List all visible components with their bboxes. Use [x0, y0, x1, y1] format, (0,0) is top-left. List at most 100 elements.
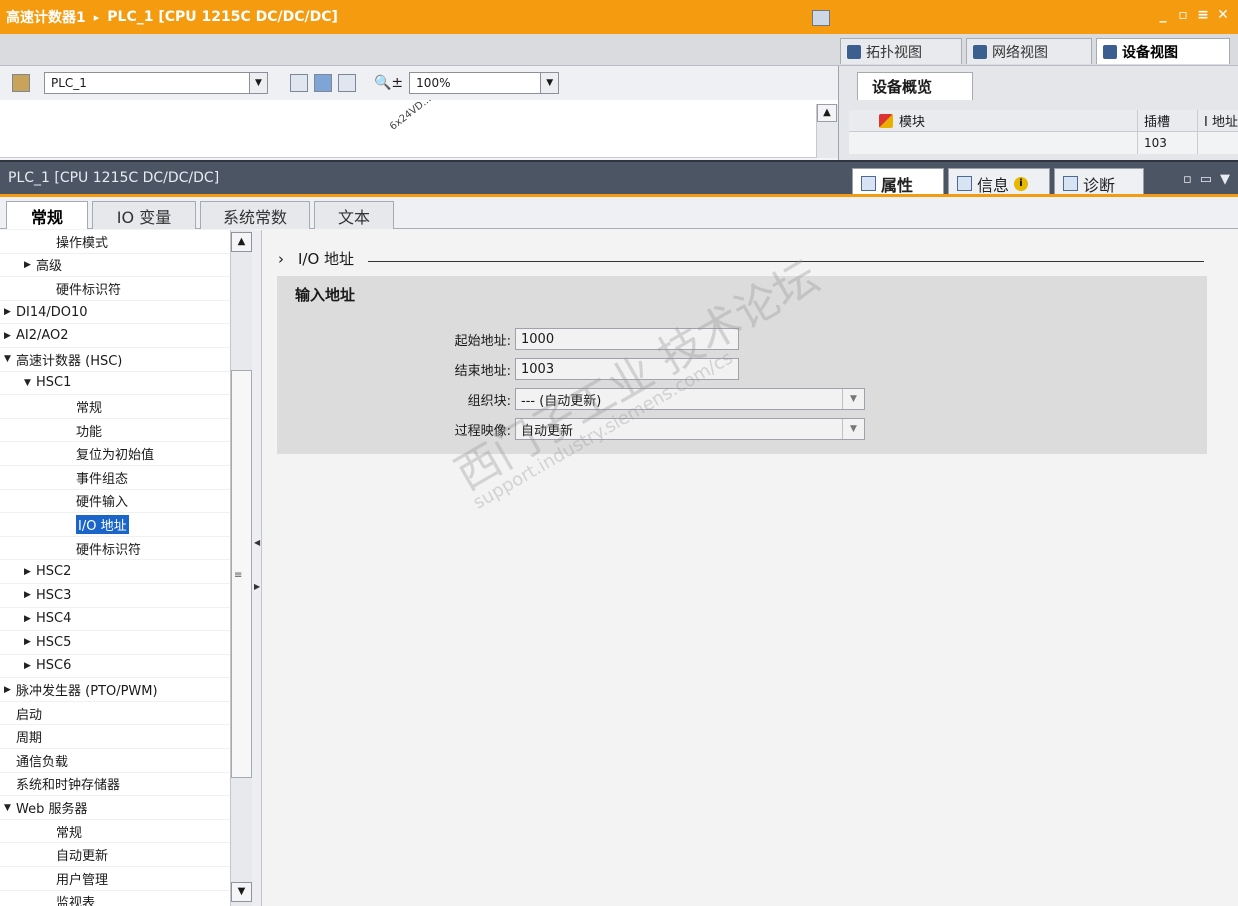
overview-table: 模块 插槽 I 地址 103 — [849, 110, 1238, 154]
breadcrumb-separator: ▸ — [93, 10, 100, 24]
organization-block-dropdown[interactable]: --- (自动更新) ▼ — [515, 388, 865, 410]
tree-item[interactable]: ▶ 脉冲发生器 (PTO/PWM) — [0, 678, 230, 702]
tree-item[interactable]: 常规 — [0, 820, 230, 844]
tree-item[interactable]: 启动 — [0, 702, 230, 726]
tree-item-label: HSC4 — [36, 611, 72, 627]
tree-item[interactable]: 功能 — [0, 419, 230, 443]
collapse-icon[interactable]: ▼ — [4, 354, 16, 364]
tree-item[interactable]: ▶ HSC3 — [0, 584, 230, 608]
expand-icon[interactable]: ▶ — [24, 637, 36, 647]
tree-item[interactable]: 通信负载 — [0, 749, 230, 773]
tree-item[interactable]: ▼ HSC1 — [0, 372, 230, 396]
tab-topology-view[interactable]: 拓扑视图 — [840, 38, 962, 64]
tree-item-label: HSC6 — [36, 658, 72, 674]
tab-device-view[interactable]: 设备视图 — [1096, 38, 1230, 64]
chevron-down-icon[interactable]: ▼ — [842, 419, 864, 439]
tab-texts[interactable]: 文本 — [314, 201, 394, 229]
expand-icon[interactable]: ▶ — [4, 685, 16, 695]
properties-content: › I/O 地址 输入地址 起始地址: 1000 结束地址: 1003 组织块:… — [262, 230, 1238, 906]
expand-icon[interactable]: ▶ — [24, 590, 36, 600]
tree-item[interactable]: ▶ HSC5 — [0, 631, 230, 655]
tree-item[interactable]: ▶ HSC6 — [0, 655, 230, 679]
overview-toggle-icon[interactable] — [812, 10, 830, 26]
scroll-down-icon[interactable]: ▼ — [231, 882, 252, 902]
device-overview-panel: 设备概览 模块 插槽 I 地址 103 — [838, 66, 1238, 160]
tab-system-constants[interactable]: 系统常数 — [200, 201, 310, 229]
draw-icon[interactable] — [314, 74, 332, 92]
close-icon[interactable]: ✕ — [1216, 6, 1230, 24]
zoom-icon[interactable]: 🔍± — [374, 75, 403, 91]
tree-item[interactable]: ▼ 高速计数器 (HSC) — [0, 348, 230, 372]
tree-item[interactable]: 硬件标识符 — [0, 537, 230, 561]
tree-item-label: Web 服务器 — [16, 802, 88, 818]
tree-item[interactable]: 操作模式 — [0, 230, 230, 254]
section-title: I/O 地址 — [298, 250, 355, 268]
float-panel-icon[interactable]: ▫ — [1183, 172, 1192, 187]
expand-icon[interactable]: ▶ — [24, 614, 36, 624]
chevron-down-icon[interactable]: ▼ — [842, 389, 864, 409]
tree-scrollbar[interactable]: ▲ ≡ ▼ — [230, 230, 252, 906]
tree-item[interactable]: 硬件标识符 — [0, 277, 230, 301]
input-address-group: 输入地址 起始地址: 1000 结束地址: 1003 组织块: --- (自动更… — [277, 276, 1207, 454]
end-address-field[interactable]: 1003 — [515, 358, 739, 380]
scroll-up-icon[interactable]: ▲ — [817, 104, 837, 122]
tab-device-overview[interactable]: 设备概览 — [857, 72, 973, 100]
tree-item-label: 常规 — [76, 400, 103, 416]
group-title: 输入地址 — [295, 286, 356, 304]
collapse-icon[interactable]: ▼ — [24, 378, 36, 388]
expand-icon[interactable]: ▶ — [24, 567, 36, 577]
expand-icon[interactable]: ▶ — [4, 307, 16, 317]
tree-item-label: 操作模式 — [56, 235, 109, 251]
expand-right-icon[interactable]: ▶ — [254, 582, 260, 591]
chevron-down-icon[interactable]: ▼ — [1220, 172, 1230, 187]
tree-item[interactable]: 事件组态 — [0, 466, 230, 490]
tree-item[interactable]: ▶ HSC4 — [0, 608, 230, 632]
zoom-dropdown[interactable]: 100% ▼ — [409, 72, 560, 94]
tab-io-tags[interactable]: IO 变量 — [92, 201, 196, 229]
tree-item[interactable]: 监视表 — [0, 891, 230, 906]
section-divider — [368, 261, 1204, 262]
maximize-icon[interactable]: ≡ — [1196, 6, 1210, 24]
tree-item[interactable]: 复位为初始值 — [0, 442, 230, 466]
tree-item[interactable]: 系统和时钟存储器 — [0, 773, 230, 797]
tab-general[interactable]: 常规 — [6, 201, 88, 229]
tree-item[interactable]: 用户管理 — [0, 867, 230, 891]
tree-item[interactable]: 周期 — [0, 725, 230, 750]
tab-network-view[interactable]: 网络视图 — [966, 38, 1092, 64]
page-layout-icon[interactable] — [290, 74, 308, 92]
tree-item[interactable]: ▼ Web 服务器 — [0, 796, 230, 820]
device-name: PLC_1 [CPU 1215C DC/DC/DC] — [107, 9, 338, 25]
canvas-scrollbar[interactable]: ▲ — [816, 104, 838, 158]
tree-item[interactable]: 常规 — [0, 395, 230, 419]
tree-item[interactable]: ▶ AI2/AO2 — [0, 324, 230, 348]
expand-icon[interactable]: ▶ — [24, 260, 36, 270]
chevron-down-icon[interactable]: ▼ — [540, 73, 559, 93]
tree-item-label: 系统和时钟存储器 — [16, 778, 121, 794]
tree-item[interactable]: ▶ 高级 — [0, 254, 230, 278]
section-header: › I/O 地址 — [278, 248, 1204, 269]
scroll-up-icon[interactable]: ▲ — [231, 232, 252, 252]
process-image-dropdown[interactable]: 自动更新 ▼ — [515, 418, 865, 440]
collapse-left-icon[interactable]: ◀ — [254, 538, 260, 547]
start-address-field[interactable]: 1000 — [515, 328, 739, 350]
info-badge: i — [1014, 176, 1029, 191]
collapse-icon[interactable]: ▼ — [4, 803, 16, 813]
expand-icon[interactable]: ▶ — [24, 661, 36, 671]
minimize-icon[interactable]: _ — [1156, 6, 1170, 24]
chevron-down-icon[interactable]: ▼ — [249, 73, 267, 93]
start-address-label: 起始地址: — [454, 333, 511, 349]
tree-item[interactable]: ▶ HSC2 — [0, 560, 230, 584]
tree-item-label: 复位为初始值 — [76, 448, 155, 464]
tree-item[interactable]: 硬件输入 — [0, 490, 230, 514]
device-select-icon[interactable] — [12, 74, 30, 92]
restore-icon[interactable]: ▫ — [1176, 6, 1190, 24]
table-row[interactable]: 103 — [849, 132, 1238, 154]
expand-icon[interactable]: ▶ — [4, 331, 16, 341]
panel-splitter[interactable]: ◀ ▶ — [252, 230, 262, 906]
tree-item[interactable]: I/O 地址 — [0, 513, 230, 537]
minimize-panel-icon[interactable]: ▭ — [1200, 172, 1212, 187]
grid-icon[interactable] — [338, 74, 356, 92]
tree-item[interactable]: 自动更新 — [0, 843, 230, 868]
device-dropdown[interactable]: PLC_1 ▼ — [44, 72, 268, 94]
tree-item[interactable]: ▶ DI14/DO10 — [0, 301, 230, 325]
